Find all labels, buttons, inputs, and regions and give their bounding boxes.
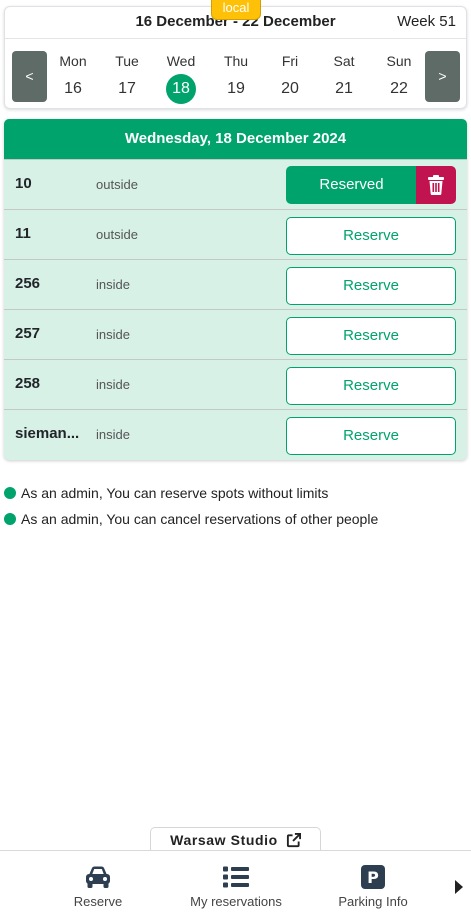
selected-date-title: Wednesday, 18 December 2024 — [4, 119, 467, 159]
day-name: Wed — [166, 53, 196, 69]
spot-name: 258 — [15, 375, 41, 392]
cancel-reservation-button[interactable] — [416, 166, 456, 204]
admin-notes: As an admin, You can reserve spots witho… — [4, 480, 378, 532]
spot-name: sieman... — [15, 425, 80, 442]
studio-link[interactable]: Warsaw Studio — [150, 827, 321, 852]
spot-row: 10 outside Reserved — [4, 159, 467, 209]
parking-sign-icon: P — [361, 865, 385, 889]
nav-label: Reserve — [73, 894, 123, 909]
day-mon[interactable]: Mon 16 — [50, 52, 96, 104]
day-number: 22 — [390, 80, 408, 97]
day-number: 21 — [335, 80, 353, 97]
day-number-selected: 18 — [166, 74, 196, 104]
day-name: Mon — [59, 53, 87, 69]
day-name: Thu — [223, 53, 249, 69]
environment-badge: local — [211, 0, 261, 20]
list-icon — [223, 866, 249, 888]
spot-row: 256 inside Reserve — [4, 259, 467, 309]
day-number: 20 — [281, 80, 299, 97]
car-icon — [86, 866, 110, 888]
bottom-navigation: Reserve My reservations P Parking Info — [0, 850, 471, 918]
trash-icon — [428, 175, 444, 195]
admin-note: As an admin, You can cancel reservations… — [4, 506, 378, 532]
week-number: Week 51 — [397, 13, 456, 30]
spot-type: inside — [96, 277, 130, 292]
day-sat[interactable]: Sat 21 — [321, 52, 367, 104]
day-tue[interactable]: Tue 17 — [104, 52, 150, 104]
reserve-button[interactable]: Reserve — [286, 217, 456, 255]
reserve-button[interactable]: Reserve — [286, 417, 456, 455]
day-number: 19 — [227, 80, 245, 97]
spot-type: inside — [96, 327, 130, 342]
day-number: 16 — [64, 80, 82, 97]
reserved-button[interactable]: Reserved — [286, 166, 417, 204]
day-number: 17 — [118, 80, 136, 97]
spot-type: inside — [96, 427, 130, 442]
nav-label: Parking Info — [338, 894, 408, 909]
spot-name: 10 — [15, 175, 32, 192]
spot-row: 257 inside Reserve — [4, 309, 467, 359]
reserve-button[interactable]: Reserve — [286, 317, 456, 355]
bullet-dot-icon — [4, 513, 16, 525]
parking-sign-letter: P — [367, 868, 379, 887]
nav-my-reservations[interactable]: My reservations — [186, 863, 286, 909]
studio-name: Warsaw Studio — [170, 832, 278, 848]
spot-row: 258 inside Reserve — [4, 359, 467, 409]
day-name: Sat — [333, 53, 355, 69]
reserve-button[interactable]: Reserve — [286, 367, 456, 405]
week-selector: 16 December - 22 December Week 51 < Mon … — [4, 6, 467, 109]
spot-type: outside — [96, 177, 138, 192]
spot-name: 257 — [15, 325, 41, 342]
day-thu[interactable]: Thu 19 — [213, 52, 259, 104]
nav-reserve[interactable]: Reserve — [70, 863, 126, 909]
next-week-button[interactable]: > — [425, 51, 460, 102]
spot-name: 256 — [15, 275, 41, 292]
day-fri[interactable]: Fri 20 — [267, 52, 313, 104]
caret-right-icon — [455, 880, 463, 894]
spot-row: sieman... inside Reserve — [4, 409, 467, 459]
reserve-button[interactable]: Reserve — [286, 267, 456, 305]
note-text: As an admin, You can reserve spots witho… — [21, 485, 329, 501]
day-name: Fri — [281, 53, 299, 69]
external-link-icon — [286, 832, 301, 847]
parking-spots-list: Wednesday, 18 December 2024 10 outside R… — [4, 119, 467, 460]
day-name: Sun — [386, 53, 412, 69]
nav-label: My reservations — [190, 894, 282, 909]
note-text: As an admin, You can cancel reservations… — [21, 511, 379, 527]
previous-week-button[interactable]: < — [12, 51, 47, 102]
day-sun[interactable]: Sun 22 — [376, 52, 422, 104]
day-name: Tue — [115, 53, 139, 69]
spot-name: 11 — [15, 225, 31, 242]
spot-row: 11 outside Reserve — [4, 209, 467, 259]
bullet-dot-icon — [4, 487, 16, 499]
nav-parking-info[interactable]: P Parking Info — [336, 863, 410, 909]
admin-note: As an admin, You can reserve spots witho… — [4, 480, 378, 506]
spot-type: outside — [96, 227, 138, 242]
day-wed[interactable]: Wed 18 — [158, 52, 204, 104]
nav-more-button[interactable] — [454, 879, 464, 900]
spot-type: inside — [96, 377, 130, 392]
